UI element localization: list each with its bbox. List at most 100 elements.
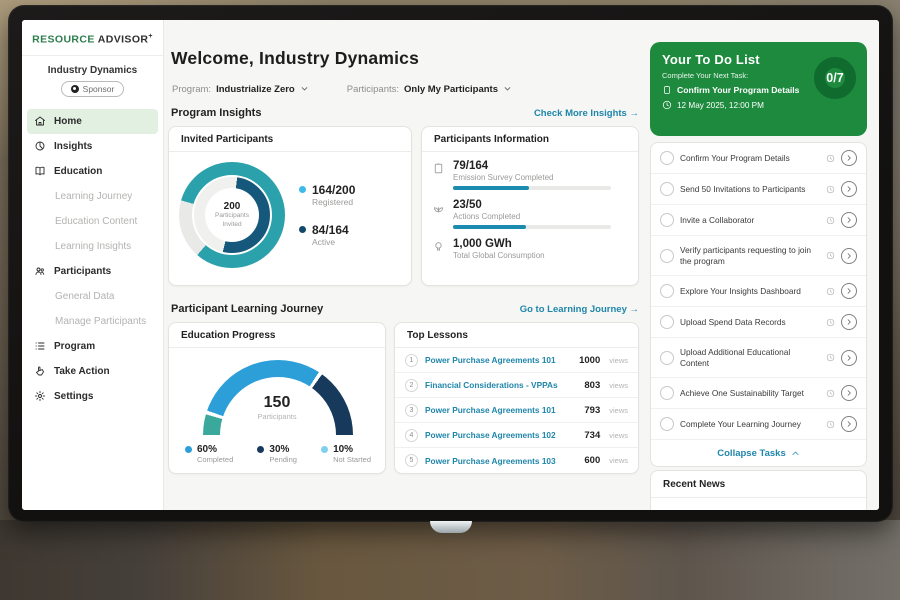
- participants-information-body: 79/164 Emission Survey Completed 23/50 A…: [422, 152, 638, 264]
- monitor-bezel: RESOURCE ADVISOR+ Industry Dynamics Spon…: [8, 5, 893, 522]
- task-go-button[interactable]: [841, 212, 857, 228]
- task-checkbox[interactable]: [660, 351, 674, 365]
- program-dropdown[interactable]: Program: Industrialize Zero: [172, 80, 309, 98]
- sidebar-item-label: Learning Insights: [55, 241, 131, 252]
- views-suffix: views: [609, 406, 628, 415]
- task-go-button[interactable]: [841, 248, 857, 264]
- sidebar-item-label: Insights: [54, 141, 92, 152]
- task-label: Upload Spend Data Records: [680, 317, 820, 327]
- sidebar-item-home[interactable]: Home: [27, 109, 158, 134]
- lesson-row[interactable]: 2 Financial Considerations - VPPAs 803 v…: [395, 373, 638, 398]
- task-checkbox[interactable]: [660, 284, 674, 298]
- sidebar-item-program[interactable]: Program: [22, 334, 163, 359]
- task-checkbox[interactable]: [660, 213, 674, 227]
- lesson-row[interactable]: 3 Power Purchase Agreements 101 793 view…: [395, 398, 638, 423]
- clock-icon: [826, 154, 835, 163]
- top-lessons-card: Top Lessons 1 Power Purchase Agreements …: [394, 322, 639, 474]
- task-go-button[interactable]: [841, 283, 857, 299]
- recent-news-heading: Recent News: [651, 471, 866, 498]
- sidebar-item-manage-participants[interactable]: Manage Participants: [22, 309, 163, 334]
- legend-label: Active: [312, 237, 349, 247]
- donut-center: 200 Participants Invited: [205, 188, 259, 242]
- task-checkbox[interactable]: [660, 386, 674, 400]
- views-suffix: views: [609, 431, 628, 440]
- sidebar-item-insights[interactable]: Insights: [22, 134, 163, 159]
- todo-progress-ring: 0/7: [814, 57, 856, 99]
- lesson-title-link[interactable]: Power Purchase Agreements 101: [425, 355, 572, 365]
- task-row[interactable]: Verify participants requesting to join t…: [651, 236, 866, 276]
- participants-dropdown[interactable]: Participants: Only My Participants: [347, 80, 512, 98]
- legend-dot: [299, 226, 306, 233]
- sidebar-item-learning-insights[interactable]: Learning Insights: [22, 234, 163, 259]
- card-title: Invited Participants: [169, 127, 411, 152]
- lesson-row[interactable]: 4 Power Purchase Agreements 102 734 view…: [395, 423, 638, 448]
- lesson-row[interactable]: 5 Power Purchase Agreements 103 600 view…: [395, 448, 638, 473]
- task-row[interactable]: Upload Additional Educational Content: [651, 338, 866, 378]
- go-to-learning-journey-link[interactable]: Go to Learning Journey →: [520, 304, 639, 315]
- sidebar-item-label: Manage Participants: [55, 316, 146, 327]
- legend-label: Registered: [312, 197, 355, 207]
- legend-item-not-started: 10% Not Started: [321, 444, 371, 464]
- lightbulb-icon: [432, 240, 445, 253]
- lesson-title-link[interactable]: Power Purchase Agreements 101: [425, 405, 577, 415]
- sidebar-nav: Home Insights Education Learning Journey…: [22, 105, 163, 413]
- clock-icon: [826, 389, 835, 398]
- section-title: Participant Learning Journey: [171, 303, 323, 315]
- task-go-button[interactable]: [841, 150, 857, 166]
- clock-icon: [826, 251, 835, 260]
- task-go-button[interactable]: [841, 181, 857, 197]
- sidebar-item-take-action[interactable]: Take Action: [22, 359, 163, 384]
- task-row[interactable]: Send 50 Invitations to Participants: [651, 174, 866, 205]
- gauge-center-value: 150: [169, 394, 385, 412]
- sponsor-badge[interactable]: Sponsor: [61, 81, 125, 97]
- task-go-button[interactable]: [841, 350, 857, 366]
- metric-value: 23/50: [453, 199, 611, 211]
- check-more-insights-link[interactable]: Check More Insights →: [534, 108, 639, 119]
- task-row[interactable]: Confirm Your Program Details: [651, 143, 866, 174]
- collapse-tasks-link[interactable]: Collapse Tasks: [651, 440, 866, 466]
- task-checkbox[interactable]: [660, 417, 674, 431]
- lesson-rank: 4: [405, 429, 418, 442]
- task-row[interactable]: Complete Your Learning Journey: [651, 409, 866, 440]
- sponsor-label: Sponsor: [83, 84, 115, 94]
- todo-summary-card: Your To Do List Complete Your Next Task:…: [650, 42, 867, 136]
- chevron-right-icon: [845, 354, 853, 362]
- book-icon: [34, 165, 46, 177]
- logo-resource: RESOURCE: [32, 34, 95, 46]
- legend-label: Completed: [197, 455, 233, 464]
- sidebar-item-general-data[interactable]: General Data: [22, 284, 163, 309]
- task-go-button[interactable]: [841, 314, 857, 330]
- task-row[interactable]: Invite a Collaborator: [651, 205, 866, 236]
- progress-fill: [453, 186, 529, 190]
- task-row[interactable]: Upload Spend Data Records: [651, 307, 866, 338]
- task-label: Explore Your Insights Dashboard: [680, 286, 820, 296]
- card-title: Top Lessons: [395, 323, 638, 348]
- sidebar-item-label: Education Content: [55, 216, 137, 227]
- gauge-center-label: Participants: [169, 412, 385, 421]
- main-content: Welcome, Industry Dynamics Program: Indu…: [164, 20, 879, 510]
- sidebar-item-learning-journey[interactable]: Learning Journey: [22, 184, 163, 209]
- task-checkbox[interactable]: [660, 151, 674, 165]
- lesson-row[interactable]: 1 Power Purchase Agreements 101 1000 vie…: [395, 348, 638, 373]
- task-go-button[interactable]: [841, 385, 857, 401]
- task-checkbox[interactable]: [660, 315, 674, 329]
- sidebar-item-education-content[interactable]: Education Content: [22, 209, 163, 234]
- people-icon: [34, 265, 46, 277]
- task-label: Invite a Collaborator: [680, 215, 820, 225]
- chevron-up-icon: [791, 449, 800, 458]
- task-go-button[interactable]: [841, 416, 857, 432]
- lesson-title-link[interactable]: Power Purchase Agreements 102: [425, 430, 577, 440]
- lesson-title-link[interactable]: Financial Considerations - VPPAs: [425, 380, 577, 390]
- task-checkbox[interactable]: [660, 249, 674, 263]
- lesson-title-link[interactable]: Power Purchase Agreements 103: [425, 456, 577, 466]
- legend-item-active: 84/164 Active: [299, 223, 355, 247]
- sidebar-item-participants[interactable]: Participants: [22, 259, 163, 284]
- task-checkbox[interactable]: [660, 182, 674, 196]
- lesson-views: 803: [584, 380, 600, 391]
- task-row[interactable]: Explore Your Insights Dashboard: [651, 276, 866, 307]
- progress-track: [453, 186, 611, 190]
- task-row[interactable]: Achieve One Sustainability Target: [651, 378, 866, 409]
- legend-dot: [321, 446, 328, 453]
- sidebar-item-settings[interactable]: Settings: [22, 384, 163, 409]
- sidebar-item-education[interactable]: Education: [22, 159, 163, 184]
